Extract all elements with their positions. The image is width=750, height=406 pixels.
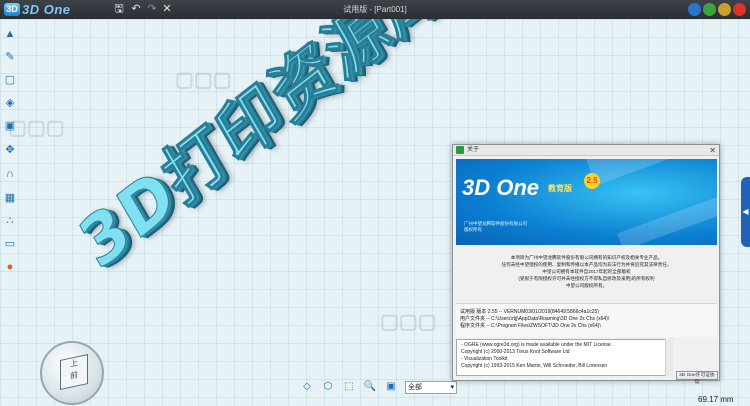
filter-icon[interactable]: ▣ — [384, 380, 398, 394]
left-toolbar: ▲ ✎ ▢ ◈ ▣ ✥ ∩ ▦ ∴ ▭ ● — [0, 19, 20, 406]
logo-text: 3D One — [22, 2, 71, 17]
notice-line: 任何未经中望授权的使用、复制和传播以本产品均为非法行为并将追究其法律责任。 — [501, 262, 672, 267]
material-render-icon[interactable]: ● — [3, 260, 17, 274]
banner-decoration — [617, 185, 717, 245]
zoom-icon[interactable]: 🔍 — [363, 380, 377, 394]
sketch-edit-icon[interactable]: ▢ — [3, 73, 17, 87]
version-line: 试用版 版本 2.55 -- VERNUM03/01/2019(84649;58… — [460, 309, 599, 315]
license-textbox[interactable]: - OGRE (www.ogre3d.org) is made availabl… — [456, 339, 673, 376]
user-folder-line: 用户文件夹 -- C:\Users\rtjj\AppData\Roaming\3… — [460, 316, 610, 322]
array-icon[interactable]: ▦ — [3, 191, 17, 205]
program-folder-line: 程序文件夹 -- C:\Program Files\ZWSOFT\3D One … — [460, 323, 601, 329]
license-line: - Visualization Toolkit — [461, 356, 508, 362]
license-scrollbar[interactable] — [665, 339, 673, 376]
banner-company: 广州中望龙腾软件股份有限公司 版权所有 — [464, 221, 527, 232]
3d-text-model[interactable]: 3D打印资源库 — [60, 19, 459, 288]
dialog-title: 关于 — [467, 147, 480, 153]
render-mode-icon[interactable]: ⬡ — [321, 380, 335, 394]
version-badge: 2.5 — [584, 173, 600, 189]
distance-measure-icon[interactable]: ▭ — [3, 237, 17, 251]
logo-badge: 3D — [4, 3, 20, 16]
banner-logo: 3D One — [462, 175, 540, 200]
save-icon[interactable]: 🖫 — [112, 2, 126, 16]
move-icon[interactable]: ✥ — [3, 143, 17, 157]
app-icon — [456, 146, 464, 154]
title-bar: 3D 3D One 🖫 ↶ ↷ ✕ 试用版 - [Part001] — [0, 0, 750, 19]
about-dialog: 关于 ✕ 3D One 教育版 2.5 广州中望龙腾软件股份有限公司 版权所有 … — [452, 144, 720, 385]
special-function-icon[interactable]: ▣ — [3, 119, 17, 133]
copyright-notice: 本项目为广州中望龙腾软件股份有限公司拥有的知识产权及相关专业产品。 任何未经中望… — [456, 248, 717, 300]
notice-line: 中望公司拥有本软件自2017年起的全部版权 — [542, 269, 631, 274]
license-agreement-button[interactable]: 3D One许可证协议 — [676, 371, 718, 385]
license-line: - OGRE (www.ogre3d.org) is made availabl… — [461, 342, 613, 348]
version-info: 试用版 版本 2.55 -- VERNUM03/01/2019(84649;58… — [456, 303, 717, 337]
restore-button[interactable] — [718, 3, 731, 16]
view-direction-icon[interactable]: ◇ — [300, 380, 314, 394]
watermark: ▢▢▢ — [380, 311, 437, 333]
close-doc-icon[interactable]: ✕ — [160, 2, 174, 16]
fit-view-icon[interactable]: ⬚ — [342, 380, 356, 394]
notice-line: 本项目为广州中望龙腾软件股份有限公司拥有的知识产权及相关专业产品。 — [510, 255, 663, 260]
notice-line: 中望公司版权所有。 — [565, 283, 608, 288]
app-logo[interactable]: 3D 3D One — [4, 2, 71, 17]
combine-icon[interactable]: ∩ — [3, 167, 17, 181]
zoom-readout: 69.17 mm — [698, 395, 734, 404]
close-icon[interactable]: ✕ — [709, 145, 716, 156]
assembly-icon[interactable]: ∴ — [3, 214, 17, 228]
feature-icon[interactable]: ◈ — [3, 96, 17, 110]
banner-decoration — [585, 159, 717, 186]
redo-icon[interactable]: ↷ — [145, 2, 159, 16]
filter-select[interactable]: 全部 — [405, 380, 457, 394]
help-button[interactable] — [688, 3, 701, 16]
about-banner: 3D One 教育版 2.5 广州中望龙腾软件股份有限公司 版权所有 — [456, 159, 717, 245]
sketch-pen-icon[interactable]: ✎ — [3, 50, 17, 64]
undo-icon[interactable]: ↶ — [129, 2, 143, 16]
view-cube[interactable]: 上 前 — [40, 341, 104, 405]
view-cube-box[interactable]: 上 前 — [60, 354, 88, 390]
minimize-button[interactable] — [703, 3, 716, 16]
license-line: Copyright (c) 1993-2015 Ken Martin, Will… — [461, 363, 608, 369]
banner-edition: 教育版 — [548, 184, 572, 193]
notice-line: (受限于有限授权许可并未经授权方不得私自修改及采用)的所有权利 — [518, 276, 655, 281]
basic-solid-icon[interactable]: ▲ — [3, 27, 17, 41]
bottom-toolbar: ◇ ⬡ ⬚ 🔍 ▣ 全部 — [300, 378, 457, 396]
dialog-title-bar[interactable]: 关于 ✕ — [453, 145, 719, 156]
right-panel-toggle[interactable]: ◀ — [741, 177, 750, 247]
close-button[interactable] — [733, 3, 746, 16]
license-line: Copyright (c) 2000-2013 Torus Knot Softw… — [461, 349, 570, 355]
